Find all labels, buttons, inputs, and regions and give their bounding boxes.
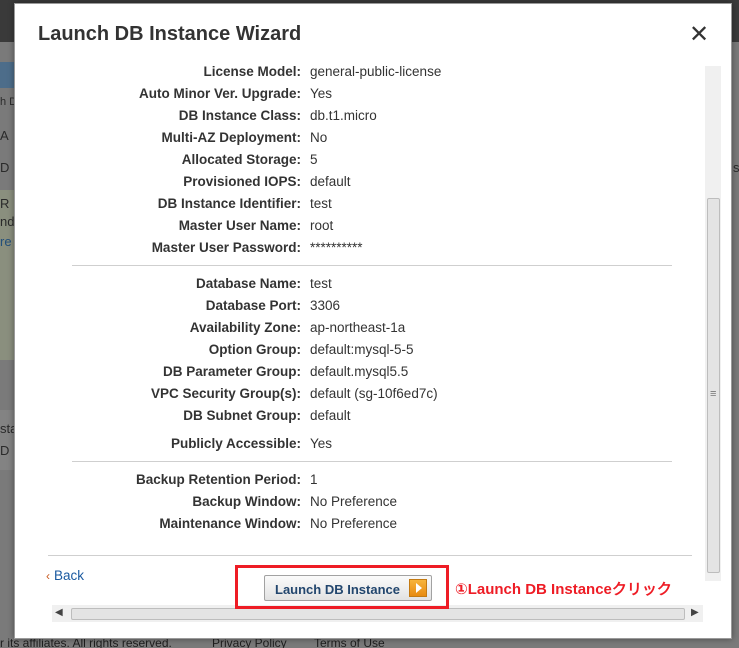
section-divider xyxy=(72,265,672,266)
detail-label: Multi-AZ Deployment: xyxy=(161,130,302,145)
detail-value: default xyxy=(310,174,351,189)
detail-row: Allocated Storage: 5 xyxy=(36,152,696,170)
detail-row: Master User Password: ********** xyxy=(36,240,696,258)
scroll-left-icon[interactable]: ◀ xyxy=(55,607,63,618)
scroll-right-icon[interactable]: ▶ xyxy=(691,607,699,618)
back-link[interactable]: ‹ Back xyxy=(46,568,84,583)
detail-value: root xyxy=(310,218,334,233)
detail-value: db.t1.micro xyxy=(310,108,377,123)
detail-value: Yes xyxy=(310,436,333,451)
detail-value: test xyxy=(310,196,332,211)
detail-label: License Model: xyxy=(203,65,301,79)
detail-row: Backup Window: No Preference xyxy=(36,494,696,512)
detail-value: No xyxy=(310,130,328,145)
detail-label: DB Subnet Group: xyxy=(183,408,301,423)
detail-value: No Preference xyxy=(310,494,398,509)
background-fragment: nd xyxy=(0,214,15,229)
detail-row: Database Port: 3306 xyxy=(36,298,696,316)
detail-row: VPC Security Group(s): default (sg-10f6ed… xyxy=(36,386,696,404)
detail-row: Multi-AZ Deployment: No xyxy=(36,130,696,148)
detail-label: Auto Minor Ver. Upgrade: xyxy=(138,86,301,101)
detail-row: License Model: general-public-license xyxy=(36,65,696,82)
detail-value: general-public-license xyxy=(310,65,442,79)
detail-row: Option Group: default:mysql-5-5 xyxy=(36,342,696,360)
detail-label: Availability Zone: xyxy=(189,320,301,335)
detail-value: default xyxy=(310,408,351,423)
detail-label: Provisioned IOPS: xyxy=(183,174,301,189)
detail-row: Publicly Accessible: Yes xyxy=(36,436,696,454)
background-fragment: s xyxy=(733,160,739,175)
detail-label: Allocated Storage: xyxy=(181,152,301,167)
launch-wizard-dialog: Launch DB Instance Wizard ✕ License Mode… xyxy=(14,3,732,639)
background-tab-bar xyxy=(0,62,14,88)
background-fragment: D xyxy=(0,160,10,175)
detail-value: default:mysql-5-5 xyxy=(310,342,414,357)
detail-label: Publicly Accessible: xyxy=(170,436,301,451)
detail-row: Availability Zone: ap-northeast-1a xyxy=(36,320,696,338)
annotation-highlight-box xyxy=(235,565,449,609)
detail-value: default (sg-10f6ed7c) xyxy=(310,386,438,401)
detail-label: DB Instance Identifier: xyxy=(157,196,301,211)
detail-label: DB Parameter Group: xyxy=(162,364,301,379)
detail-value: No Preference xyxy=(310,516,398,531)
detail-label: Database Port: xyxy=(205,298,301,313)
back-label: Back xyxy=(54,568,85,583)
detail-value: 1 xyxy=(310,472,318,487)
detail-value: test xyxy=(310,276,332,291)
section-divider xyxy=(72,461,672,462)
detail-value: 5 xyxy=(310,152,318,167)
detail-label: Option Group: xyxy=(208,342,301,357)
detail-row: Provisioned IOPS: default xyxy=(36,174,696,192)
annotation-text: ①Launch DB Instanceクリック xyxy=(455,581,672,598)
detail-value: 3306 xyxy=(310,298,341,313)
background-fragment: R xyxy=(0,196,10,211)
horizontal-scroll-thumb[interactable] xyxy=(71,608,685,620)
detail-row: Master User Name: root xyxy=(36,218,696,236)
footer-divider xyxy=(48,555,692,556)
detail-label: DB Instance Class: xyxy=(178,108,301,123)
detail-value: Yes xyxy=(310,86,333,101)
detail-label: Backup Retention Period: xyxy=(135,472,301,487)
detail-row: Database Name: test xyxy=(36,276,696,294)
review-details: License Model: general-public-license Auto… xyxy=(36,65,700,605)
background-panel xyxy=(0,410,14,470)
background-fragment: re xyxy=(0,234,12,249)
chevron-left-icon: ‹ xyxy=(46,569,50,583)
detail-value: ap-northeast-1a xyxy=(310,320,406,335)
detail-row: Backup Retention Period: 1 xyxy=(36,472,696,490)
detail-label: Master User Name: xyxy=(178,218,301,233)
detail-row: DB Instance Identifier: test xyxy=(36,196,696,214)
background-fragment: A xyxy=(0,128,9,143)
vertical-scroll-thumb[interactable] xyxy=(707,198,720,573)
detail-value: default.mysql5.5 xyxy=(310,364,409,379)
detail-label: Backup Window: xyxy=(192,494,301,509)
detail-row: DB Parameter Group: default.mysql5.5 xyxy=(36,364,696,382)
dialog-title: Launch DB Instance Wizard xyxy=(38,23,302,45)
detail-label: Maintenance Window: xyxy=(159,516,301,531)
close-icon[interactable]: ✕ xyxy=(688,23,710,47)
detail-label: Master User Password: xyxy=(151,240,301,255)
detail-label: VPC Security Group(s): xyxy=(150,386,301,401)
scroll-grip-icon: ≡ xyxy=(710,388,717,400)
detail-row: DB Instance Class: db.t1.micro xyxy=(36,108,696,126)
detail-row: Auto Minor Ver. Upgrade: Yes xyxy=(36,86,696,104)
detail-label: Database Name: xyxy=(195,276,301,291)
detail-row: DB Subnet Group: default xyxy=(36,408,696,426)
detail-value: ********** xyxy=(310,240,363,255)
background-fragment: D xyxy=(0,443,10,458)
detail-row: Maintenance Window: No Preference xyxy=(36,516,696,534)
